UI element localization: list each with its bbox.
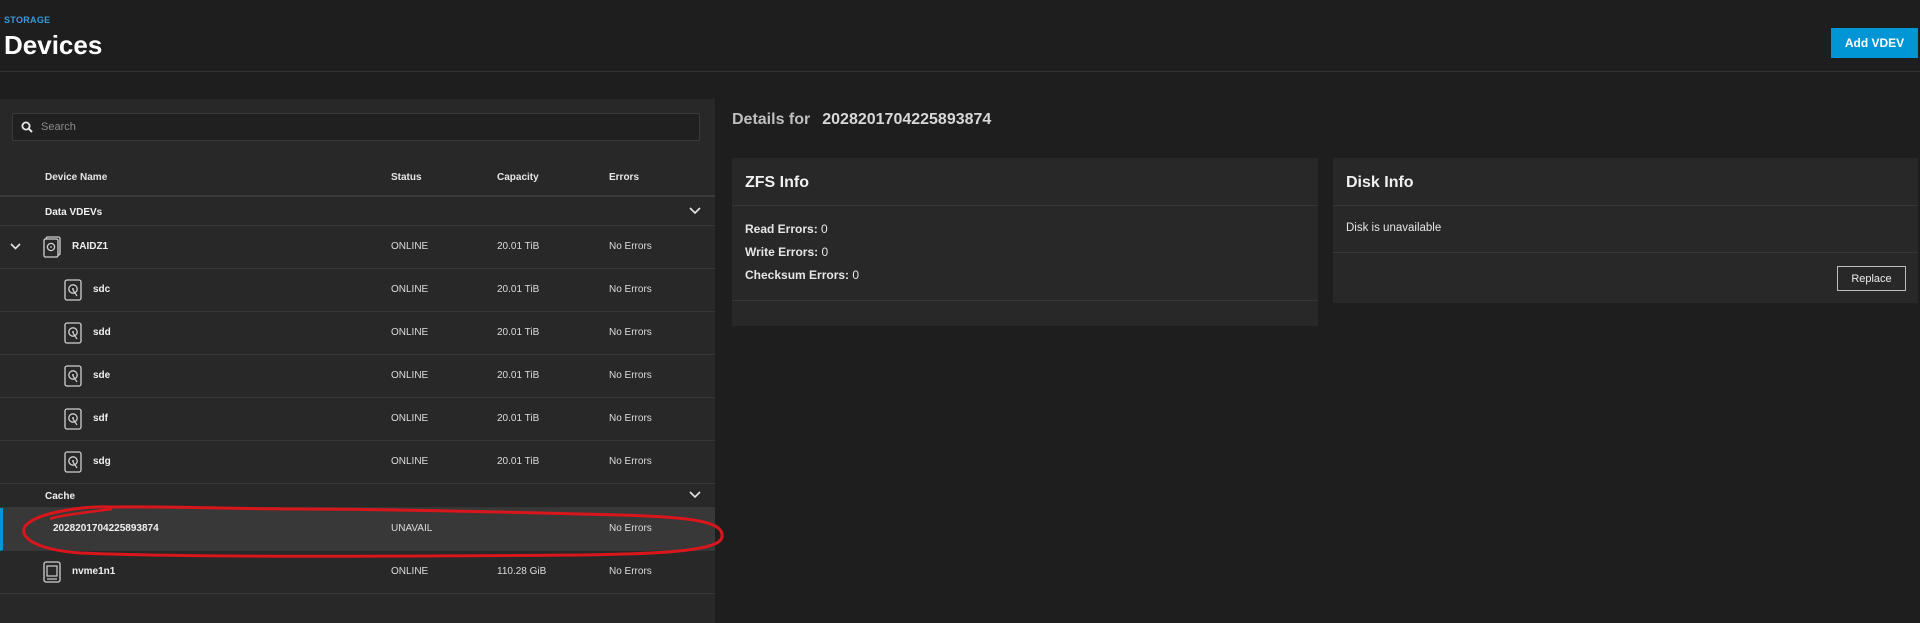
device-status: ONLINE bbox=[391, 413, 429, 424]
device-errors: No Errors bbox=[609, 413, 652, 424]
divider bbox=[732, 300, 1318, 301]
vdev-icon bbox=[43, 236, 61, 258]
read-errors-value: 0 bbox=[821, 222, 828, 236]
table-row-sdd[interactable]: sdd ONLINE 20.01 TiB No Errors bbox=[0, 312, 715, 355]
device-errors: No Errors bbox=[609, 370, 652, 381]
write-errors-value: 0 bbox=[821, 245, 829, 259]
table-row-sde[interactable]: sde ONLINE 20.01 TiB No Errors bbox=[0, 355, 715, 398]
group-row-cache[interactable]: Cache bbox=[0, 484, 715, 508]
chevron-down-icon[interactable] bbox=[10, 243, 21, 250]
table-row-sdg[interactable]: sdg ONLINE 20.01 TiB No Errors bbox=[0, 441, 715, 484]
device-name: sde bbox=[93, 370, 111, 381]
device-errors: No Errors bbox=[609, 284, 652, 295]
table-header: Device Name Status Capacity Errors bbox=[0, 159, 715, 197]
column-device-name[interactable]: Device Name bbox=[45, 172, 107, 183]
device-name: nvme1n1 bbox=[72, 566, 116, 577]
hard-disk-icon bbox=[64, 408, 82, 430]
device-capacity: 20.01 TiB bbox=[497, 327, 540, 338]
disk-status-message: Disk is unavailable bbox=[1346, 222, 1442, 234]
zfs-info-card: ZFS Info Read Errors: 0 Write Errors: 0 … bbox=[732, 158, 1318, 326]
card-title: ZFS Info bbox=[745, 174, 809, 191]
device-name: sdd bbox=[93, 327, 111, 338]
device-capacity: 20.01 TiB bbox=[497, 284, 540, 295]
table-row-sdf[interactable]: sdf ONLINE 20.01 TiB No Errors bbox=[0, 398, 715, 441]
device-status: ONLINE bbox=[391, 327, 429, 338]
device-capacity: 110.28 GiB bbox=[497, 566, 547, 577]
device-name: 2028201704225893874 bbox=[53, 523, 159, 534]
device-status: ONLINE bbox=[391, 566, 429, 577]
disk-info-card: Disk Info Disk is unavailable Replace bbox=[1333, 158, 1918, 303]
details-device-name: 2028201704225893874 bbox=[822, 111, 992, 128]
device-errors: No Errors bbox=[609, 327, 652, 338]
write-errors: Write Errors: 0 bbox=[745, 245, 828, 259]
device-status: ONLINE bbox=[391, 370, 429, 381]
device-capacity: 20.01 TiB bbox=[497, 456, 540, 467]
device-capacity: 20.01 TiB bbox=[497, 370, 540, 381]
page-header: STORAGE Devices Add VDEV bbox=[0, 0, 1920, 72]
group-row-data-vdevs[interactable]: Data VDEVs bbox=[0, 199, 715, 226]
device-status: UNAVAIL bbox=[391, 523, 433, 534]
table-row-sdc[interactable]: sdc ONLINE 20.01 TiB No Errors bbox=[0, 269, 715, 312]
chevron-down-icon[interactable] bbox=[689, 491, 701, 499]
checksum-errors: Checksum Errors: 0 bbox=[745, 268, 859, 282]
search-input[interactable] bbox=[41, 121, 681, 133]
details-label: Details for bbox=[732, 111, 811, 128]
device-status: ONLINE bbox=[391, 456, 429, 467]
checksum-errors-value: 0 bbox=[852, 268, 860, 282]
search-field[interactable] bbox=[12, 113, 700, 141]
table-row-nvme1n1[interactable]: nvme1n1 ONLINE 110.28 GiB No Errors bbox=[0, 551, 715, 594]
device-capacity: 20.01 TiB bbox=[497, 241, 540, 252]
search-icon bbox=[21, 121, 33, 133]
device-name: sdf bbox=[93, 413, 108, 424]
ssd-icon bbox=[43, 561, 61, 583]
group-label: Data VDEVs bbox=[45, 207, 103, 218]
replace-button[interactable]: Replace bbox=[1837, 266, 1906, 291]
divider bbox=[1333, 205, 1918, 206]
hard-disk-icon bbox=[64, 322, 82, 344]
device-name: sdg bbox=[93, 456, 111, 467]
details-header: Details for 2028201704225893874 bbox=[732, 111, 991, 129]
device-errors: No Errors bbox=[609, 241, 652, 252]
card-title: Disk Info bbox=[1346, 174, 1414, 191]
column-errors[interactable]: Errors bbox=[609, 172, 639, 183]
breadcrumb[interactable]: STORAGE bbox=[4, 15, 50, 25]
device-status: ONLINE bbox=[391, 241, 429, 252]
device-errors: No Errors bbox=[609, 456, 652, 467]
column-capacity[interactable]: Capacity bbox=[497, 172, 539, 183]
hard-disk-icon bbox=[64, 365, 82, 387]
page-title: Devices bbox=[4, 30, 103, 60]
table-row-cache-device-selected[interactable]: 2028201704225893874 UNAVAIL No Errors bbox=[0, 508, 715, 551]
device-capacity: 20.01 TiB bbox=[497, 413, 540, 424]
device-errors: No Errors bbox=[609, 523, 652, 534]
device-status: ONLINE bbox=[391, 284, 429, 295]
checksum-errors-label: Checksum Errors: bbox=[745, 268, 850, 282]
add-vdev-button[interactable]: Add VDEV bbox=[1831, 28, 1918, 58]
device-name: sdc bbox=[93, 284, 111, 295]
read-errors-label: Read Errors: bbox=[745, 222, 818, 236]
group-label: Cache bbox=[45, 491, 76, 502]
write-errors-label: Write Errors: bbox=[745, 245, 819, 259]
device-name: RAIDZ1 bbox=[72, 241, 109, 252]
divider bbox=[732, 205, 1318, 206]
hard-disk-icon bbox=[64, 279, 82, 301]
column-status[interactable]: Status bbox=[391, 172, 422, 183]
table-row-raidz1[interactable]: RAIDZ1 ONLINE 20.01 TiB No Errors bbox=[0, 226, 715, 269]
read-errors: Read Errors: 0 bbox=[745, 222, 828, 236]
device-errors: No Errors bbox=[609, 566, 652, 577]
divider bbox=[1333, 252, 1918, 253]
hard-disk-icon bbox=[64, 451, 82, 473]
devices-panel: Device Name Status Capacity Errors Data … bbox=[0, 99, 715, 623]
chevron-down-icon[interactable] bbox=[689, 207, 701, 215]
